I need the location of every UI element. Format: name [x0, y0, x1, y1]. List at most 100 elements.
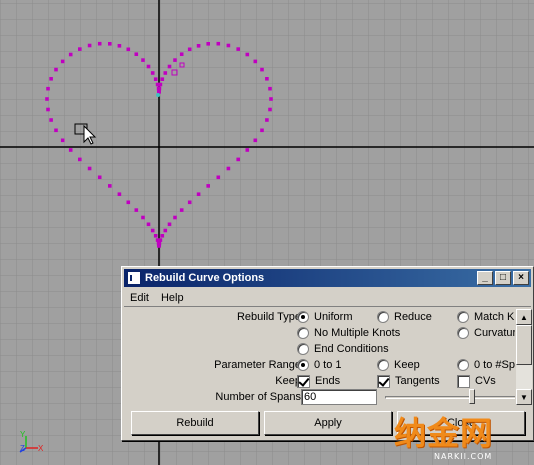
curve-cv-point[interactable] [268, 107, 272, 112]
checkbox-tangents[interactable]: Tangents [377, 374, 440, 388]
curve-cv-point[interactable] [236, 47, 240, 51]
checkbox-box[interactable] [377, 374, 390, 388]
checkbox-box[interactable] [297, 374, 310, 388]
curve-cv-point[interactable] [179, 52, 184, 56]
radio-dot[interactable] [297, 327, 309, 339]
curve-cv-point[interactable] [206, 184, 210, 188]
curve-cv-point[interactable] [126, 200, 131, 205]
maximize-button[interactable]: □ [495, 271, 511, 285]
curve-cv-point[interactable] [216, 41, 221, 46]
curve-cv-point[interactable] [117, 192, 122, 196]
curve-cv-point[interactable] [153, 234, 158, 238]
curve-cv-point[interactable] [49, 77, 53, 81]
curve-cv-point[interactable] [87, 43, 92, 48]
curve-cv-point[interactable] [260, 128, 264, 133]
curve-cv-point[interactable] [196, 192, 201, 196]
curve-cv-point[interactable] [245, 52, 250, 57]
curve-cv-point[interactable] [160, 234, 165, 238]
curve-cv-point[interactable] [196, 44, 201, 48]
curve-cv-point[interactable] [163, 71, 168, 75]
radio-dot[interactable] [297, 311, 309, 323]
curve-cv-point[interactable] [187, 200, 192, 205]
curve-cv-point[interactable] [60, 59, 65, 64]
curve-cv-point[interactable] [87, 166, 92, 171]
curve-cv-point[interactable] [97, 41, 102, 46]
curve-cv-point[interactable] [150, 71, 155, 75]
dialog-titlebar[interactable]: Rebuild Curve Options _ □ × [124, 269, 531, 287]
curve-cv-point[interactable] [108, 42, 112, 46]
curve-cv-point[interactable] [108, 184, 112, 188]
rebuild-button[interactable]: Rebuild [131, 411, 259, 435]
curve-cv-point[interactable] [146, 64, 151, 69]
radio-reduce[interactable]: Reduce [377, 311, 432, 323]
scroll-thumb[interactable] [516, 325, 532, 365]
radio-0-to-1[interactable]: 0 to 1 [297, 359, 342, 371]
curve-cv-point[interactable] [173, 215, 177, 220]
radio-no-multiple-knots[interactable]: No Multiple Knots [297, 327, 400, 339]
curve-cv-point[interactable] [265, 118, 269, 122]
curve-cv-point[interactable] [49, 118, 53, 122]
checkbox-cvs[interactable]: CVs [457, 374, 496, 388]
spans-slider-track[interactable] [385, 396, 515, 399]
curve-cv-point[interactable] [97, 175, 102, 180]
curve-cv-point[interactable] [167, 222, 172, 227]
curve-cv-point[interactable] [163, 228, 168, 233]
curve-cv-point[interactable] [155, 82, 160, 87]
apply-button[interactable]: Apply [264, 411, 392, 435]
radio-dot[interactable] [297, 343, 309, 355]
curve-cv-point[interactable] [167, 64, 172, 69]
curve-cv-point[interactable] [265, 77, 269, 81]
curve-cv-point[interactable] [46, 86, 50, 91]
curve-cv-point[interactable] [153, 77, 158, 81]
curve-cv-point[interactable] [68, 52, 73, 57]
menu-edit[interactable]: Edit [124, 292, 155, 304]
curve-cv-point[interactable] [117, 44, 122, 48]
curve-cv-point[interactable] [253, 138, 258, 143]
curve-cv-point[interactable] [216, 175, 221, 180]
checkbox-box[interactable] [457, 374, 470, 388]
spans-input[interactable]: 60 [301, 389, 377, 405]
radio-uniform[interactable]: Uniform [297, 311, 353, 323]
curve-cv-point[interactable] [160, 77, 165, 81]
curve-cv-point[interactable] [141, 215, 145, 220]
scroll-up-icon[interactable]: ▲ [516, 309, 532, 325]
curve-cv-point[interactable] [245, 148, 250, 152]
curve-cv-point[interactable] [134, 208, 139, 212]
radio-dot[interactable] [457, 359, 469, 371]
curve-cv-point[interactable] [157, 89, 161, 93]
spans-slider-handle[interactable] [469, 389, 476, 404]
curve-cv-point[interactable] [179, 208, 184, 212]
radio-dot[interactable] [457, 327, 469, 339]
curve-cv-point[interactable] [269, 97, 273, 101]
minimize-button[interactable]: _ [477, 271, 493, 285]
scroll-down-icon[interactable]: ▼ [516, 389, 532, 405]
curve-cv-point[interactable] [150, 228, 155, 233]
radio-end-conditions[interactable]: End Conditions [297, 343, 389, 355]
curve-cv-point[interactable] [78, 157, 82, 162]
curve-cv-point[interactable] [226, 166, 231, 171]
radio-0-to-spans[interactable]: 0 to #Sp [457, 359, 515, 371]
radio-dot[interactable] [457, 311, 469, 323]
curve-cv-point[interactable] [141, 58, 145, 62]
radio-dot[interactable] [377, 359, 389, 371]
curve-cv-point[interactable] [268, 86, 272, 91]
curve-cv-point[interactable] [68, 148, 73, 152]
curve-cv-point[interactable] [155, 238, 160, 242]
radio-dot[interactable] [297, 359, 309, 371]
radio-keep[interactable]: Keep [377, 359, 420, 371]
curve-cv-point[interactable] [54, 128, 58, 133]
curve-cv-point[interactable] [54, 67, 58, 72]
vertical-scrollbar[interactable]: ▲ ▼ [516, 309, 532, 405]
radio-curvature[interactable]: Curvature [457, 327, 515, 339]
curve-cv-point[interactable] [134, 52, 139, 56]
curve-cv-point[interactable] [253, 59, 258, 64]
curve-cv-point[interactable] [226, 43, 231, 48]
menu-help[interactable]: Help [155, 292, 190, 304]
curve-cv-point[interactable] [173, 58, 177, 62]
curve-cv-point[interactable] [60, 138, 65, 143]
curve-cv-point[interactable] [45, 97, 49, 101]
curve-cv-point[interactable] [206, 42, 210, 46]
curve-cv-point[interactable] [126, 47, 131, 52]
curve-cv-point[interactable] [187, 47, 192, 52]
curve-cv-point[interactable] [146, 222, 151, 227]
